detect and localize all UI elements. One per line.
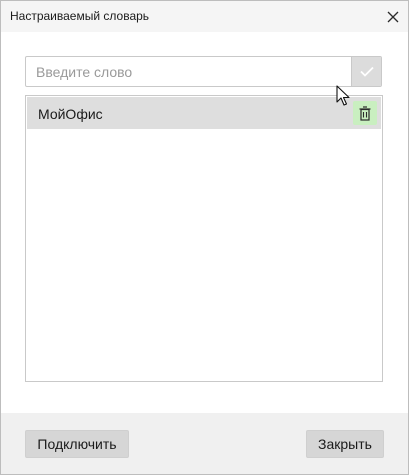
- word-input[interactable]: [26, 57, 352, 86]
- close-window-button[interactable]: [377, 1, 408, 32]
- word-list[interactable]: МойОфис: [25, 95, 383, 382]
- word-input-group: [25, 56, 382, 87]
- trash-icon: [359, 105, 371, 121]
- list-item[interactable]: МойОфис: [27, 97, 381, 129]
- dialog-body: МойОфис: [1, 32, 408, 413]
- dialog-footer: Подключить Закрыть: [1, 413, 408, 474]
- add-word-button[interactable]: [351, 57, 381, 86]
- title-bar: Настраиваемый словарь: [1, 1, 408, 32]
- checkmark-icon: [359, 66, 374, 77]
- connect-button[interactable]: Подключить: [25, 430, 129, 458]
- custom-dictionary-dialog: Настраиваемый словарь МойОфис: [0, 0, 409, 475]
- close-button[interactable]: Закрыть: [306, 430, 384, 458]
- delete-word-button[interactable]: [353, 101, 377, 125]
- dialog-title: Настраиваемый словарь: [10, 9, 150, 23]
- list-item-label: МойОфис: [38, 106, 103, 122]
- close-icon: [387, 11, 398, 22]
